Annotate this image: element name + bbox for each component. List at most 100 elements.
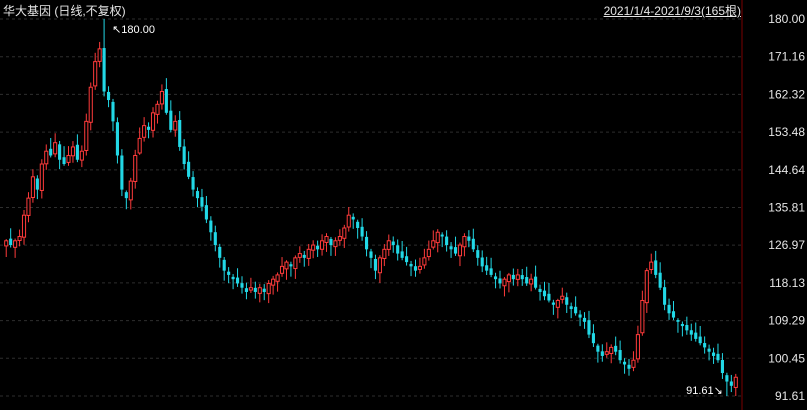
- candle-body: [689, 330, 693, 335]
- candle-body: [587, 320, 591, 335]
- candle-body: [26, 197, 31, 216]
- candle-body: [302, 254, 306, 258]
- candle-body: [351, 216, 355, 220]
- y-tick-label: 118.13: [769, 276, 805, 290]
- candle-body: [631, 359, 636, 368]
- candle-body: [346, 214, 351, 228]
- candle-body: [324, 236, 329, 243]
- candle-body: [680, 323, 684, 327]
- y-tick-label: 162.32: [768, 87, 805, 101]
- candle-body: [494, 276, 498, 280]
- candle-body: [658, 272, 662, 288]
- candle-body: [342, 227, 347, 239]
- candle-body: [62, 157, 66, 165]
- annotations: ↖180.00 91.61↘: [112, 24, 723, 397]
- candle-body: [654, 260, 658, 275]
- candle-body: [663, 287, 667, 305]
- candle-body: [511, 274, 515, 280]
- candle-body: [502, 278, 507, 287]
- candle-body: [716, 353, 720, 361]
- candle-body: [70, 146, 76, 157]
- candle-body: [440, 234, 444, 237]
- candle-body: [275, 274, 280, 282]
- candle-body: [39, 163, 44, 191]
- candle-body: [360, 226, 364, 237]
- candle-body: [173, 120, 178, 131]
- candle-body: [137, 137, 142, 154]
- candle-body: [30, 176, 35, 198]
- candle-body: [178, 119, 182, 147]
- candle-body: [284, 261, 289, 270]
- candle-body: [306, 248, 311, 259]
- candle-body: [551, 302, 555, 305]
- candle-body: [266, 282, 271, 295]
- candle-body: [195, 191, 200, 199]
- candle-body: [604, 351, 609, 355]
- y-tick-label: 153.48: [768, 125, 805, 139]
- y-tick-label: 135.81: [768, 200, 805, 214]
- candle-body: [311, 244, 316, 251]
- candle-body: [600, 351, 604, 356]
- y-tick-label: 100.45: [768, 351, 805, 365]
- candle-body: [574, 306, 578, 314]
- candle-body: [333, 240, 338, 248]
- candle-body: [725, 375, 729, 382]
- candle-body: [596, 345, 600, 352]
- candle-body: [204, 205, 208, 220]
- candle-body: [44, 150, 49, 165]
- candle-body: [316, 245, 320, 250]
- candle-body: [21, 214, 27, 238]
- grid-lines: [0, 18, 742, 397]
- high-price-annotation: ↖180.00: [112, 24, 155, 36]
- candle-body: [17, 236, 22, 241]
- candle-body: [297, 253, 302, 258]
- candle-body: [49, 148, 53, 156]
- candle-body: [182, 146, 186, 165]
- candle-body: [426, 248, 431, 258]
- candle-body: [462, 236, 467, 248]
- candle-body: [364, 236, 369, 250]
- candle-body: [396, 245, 400, 254]
- candle-body: [400, 251, 404, 258]
- price-chart: 180.00 171.16 162.32 153.48 144.64 135.81 126.…: [0, 0, 805, 410]
- candle-body: [591, 333, 595, 344]
- candle-body: [453, 247, 458, 254]
- candle-body: [485, 265, 489, 271]
- candle-body: [534, 276, 538, 288]
- candle-body: [213, 232, 217, 246]
- candle-body: [538, 288, 542, 292]
- candle-body: [262, 288, 266, 292]
- candle-body: [506, 274, 511, 283]
- candle-body: [614, 345, 618, 352]
- candle-body: [240, 283, 244, 288]
- candle-body: [560, 295, 565, 300]
- candle-body: [235, 277, 240, 284]
- candle-body: [329, 238, 333, 246]
- candle-body: [142, 125, 147, 138]
- date-range-label[interactable]: 2021/1/4-2021/9/3(165根): [604, 2, 741, 19]
- candle-body: [720, 359, 724, 374]
- candle-body: [471, 238, 475, 250]
- candle-body: [467, 236, 471, 241]
- candle-body: [515, 274, 520, 280]
- candle-body: [698, 336, 702, 344]
- y-tick-label: 180.00: [768, 12, 805, 26]
- candle-body: [169, 110, 173, 130]
- candle-body: [694, 332, 698, 339]
- candle-body: [644, 270, 649, 304]
- candle-body: [649, 261, 654, 271]
- candle-body: [147, 126, 151, 130]
- candle-body: [445, 236, 449, 246]
- candle-body: [422, 257, 427, 266]
- candle-body: [244, 288, 248, 292]
- candle-body: [391, 241, 395, 246]
- candle-body: [382, 248, 387, 259]
- candle-body: [97, 48, 102, 62]
- y-tick-label: 126.97: [768, 238, 805, 252]
- y-tick-label: 109.29: [768, 314, 805, 328]
- candle-body: [476, 250, 480, 258]
- candle-body: [449, 246, 453, 250]
- candle-body: [155, 103, 160, 115]
- candle-body: [582, 317, 587, 322]
- candle-body: [386, 240, 391, 250]
